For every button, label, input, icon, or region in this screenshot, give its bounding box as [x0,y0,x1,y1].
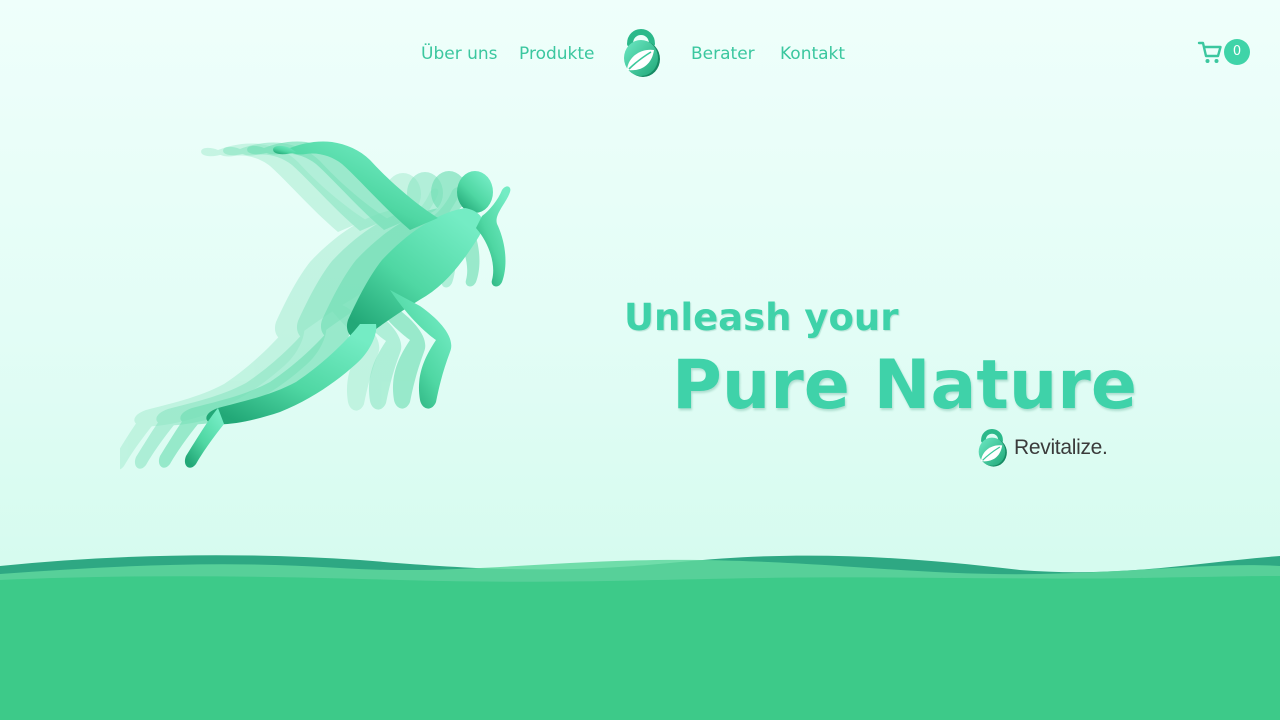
brand-lockup: Revitalize. [974,424,1124,470]
wave-ground-decoration [0,555,1280,720]
cart-button[interactable]: 0 [1197,38,1253,66]
nav-link-kontakt[interactable]: Kontakt [780,43,845,65]
nav-link-ueber-uns[interactable]: Über uns [421,43,498,65]
cart-count-badge: 0 [1224,39,1250,65]
kettlebell-leaf-logo-icon [978,429,1007,467]
nav-link-produkte[interactable]: Produkte [519,43,595,65]
landing-page: Über uns Produkte Berater Kontakt 0 Unle… [0,0,1280,720]
brand-name: Revitalize. [1014,436,1108,459]
home-logo[interactable] [618,24,664,80]
nav-link-berater[interactable]: Berater [691,43,755,65]
sprinting-runner-illustration [120,141,511,470]
cart-icon [1197,41,1222,63]
hero-headline-line2: Pure Nature [672,346,1137,425]
kettlebell-leaf-logo-icon [624,29,660,77]
hero-headline-line1: Unleash your [624,296,899,339]
